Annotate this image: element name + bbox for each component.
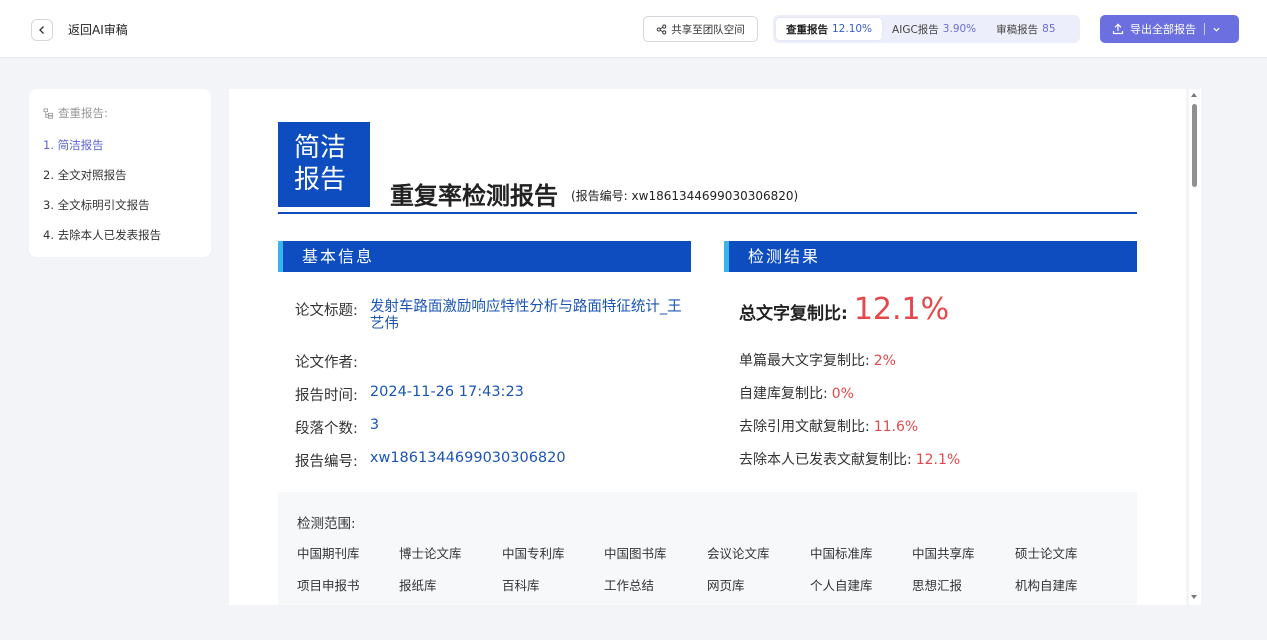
result-value: 2% (873, 353, 896, 369)
tab-plagiarism-report[interactable]: 查重报告 12.10% (776, 18, 883, 40)
scope-item: 硕士论文库 (1015, 546, 1078, 561)
tab-value: 85 (1042, 23, 1056, 35)
scroll-up-arrow-icon[interactable] (1191, 93, 1197, 97)
result-value: 12.1% (915, 452, 961, 468)
title-divider (278, 212, 1137, 214)
share-team-button[interactable]: 共享至团队空间 (643, 16, 758, 42)
result-label: 去除本人已发表文献复制比: (739, 452, 912, 468)
nav-title: 查重报告: (43, 105, 108, 121)
nav-item-full-compare-report[interactable]: 2. 全文对照报告 (43, 167, 127, 183)
result-heading: 检测结果 (724, 241, 1137, 272)
info-label: 论文作者: (295, 355, 358, 371)
basic-info-heading: 基本信息 (278, 241, 691, 272)
chevron-left-icon (39, 26, 44, 34)
total-copy-ratio: 总文字复制比: 12.1% (739, 292, 949, 327)
report-title: 重复率检测报告 (390, 182, 558, 210)
info-time-row: 报告时间: 2024-11-26 17:43:23 (295, 384, 524, 405)
brand-line: 报告 (294, 165, 347, 195)
nav-item-simple-report[interactable]: 1. 简洁报告 (43, 137, 104, 153)
info-label: 报告编号: (295, 454, 358, 470)
result-label: 单篇最大文字复制比: (739, 353, 870, 369)
scrollbar-thumb[interactable] (1192, 104, 1197, 187)
info-label: 报告时间: (295, 388, 358, 404)
scope-item: 网页库 (707, 578, 745, 593)
info-label: 论文标题: (295, 303, 358, 319)
divider (1204, 23, 1205, 35)
result-label: 去除引用文献复制比: (739, 419, 870, 435)
nav-title-label: 查重报告: (58, 106, 108, 120)
scope-item: 思想汇报 (912, 578, 963, 593)
upload-icon (1112, 23, 1124, 35)
paper-title-value: 发射车路面激励响应特性分析与路面特征统计_王艺伟 (369, 299, 682, 332)
result-value: 11.6% (873, 419, 919, 435)
share-icon (656, 24, 667, 34)
max-copy-ratio: 单篇最大文字复制比: 2% (739, 350, 896, 370)
tab-value: 3.90% (942, 23, 977, 35)
top-bar: 返回AI审稿 共享至团队空间 查重报告 12.10% AIGC报告 3.90% … (0, 0, 1267, 58)
scope-item: 个人自建库 (810, 578, 873, 593)
scope-title: 检测范围: (297, 516, 356, 532)
back-label[interactable]: 返回AI审稿 (68, 21, 128, 38)
share-label: 共享至团队空间 (671, 23, 745, 36)
scope-item: 中国共享库 (912, 546, 975, 561)
result-label: 自建库复制比: (739, 386, 828, 402)
paragraph-count-value: 3 (369, 417, 380, 433)
nav-item-citation-report[interactable]: 3. 全文标明引文报告 (43, 197, 150, 213)
report-number-note: (报告编号: xw1861344699030306820) (571, 189, 799, 203)
report-time-value: 2024-11-26 17:43:23 (369, 384, 524, 400)
back-button[interactable] (31, 19, 53, 41)
excl-citation-copy-ratio: 去除引用文献复制比: 11.6% (739, 416, 918, 436)
tab-label: 查重报告 (786, 23, 828, 36)
tab-value: 12.10% (832, 23, 873, 35)
tab-review-report[interactable]: 审稿报告 85 (986, 18, 1065, 40)
report-nav-panel: 查重报告: 1. 简洁报告 2. 全文对照报告 3. 全文标明引文报告 4. 去… (29, 89, 211, 257)
brand-box: 简洁 报告 (278, 122, 370, 207)
self-db-copy-ratio: 自建库复制比: 0% (739, 383, 854, 403)
info-author-row: 论文作者: (295, 351, 370, 372)
chevron-down-icon[interactable] (1212, 25, 1221, 34)
scroll-down-arrow-icon[interactable] (1191, 595, 1197, 599)
info-label: 段落个数: (295, 421, 358, 437)
brand-line: 简洁 (294, 133, 347, 163)
result-value: 0% (831, 386, 854, 402)
export-label: 导出全部报告 (1130, 23, 1196, 36)
tab-label: AIGC报告 (892, 23, 939, 36)
report-document: 简洁 报告 重复率检测报告 (报告编号: xw18613446990303068… (229, 89, 1186, 605)
scope-item: 工作总结 (604, 578, 655, 593)
info-title-row: 论文标题: 发射车路面激励响应特性分析与路面特征统计_王艺伟 (295, 299, 694, 333)
nav-item-exclude-self-report[interactable]: 4. 去除本人已发表报告 (43, 227, 161, 243)
scope-item: 中国标准库 (810, 546, 873, 561)
tree-icon (43, 108, 54, 119)
tab-aigc-report[interactable]: AIGC报告 3.90% (882, 18, 986, 40)
scope-item: 中国期刊库 (297, 546, 360, 561)
scope-item: 报纸库 (399, 578, 437, 593)
report-number-value: xw1861344699030306820 (369, 450, 566, 466)
scope-item: 百科库 (502, 578, 540, 593)
scope-item: 中国图书库 (604, 546, 667, 561)
scope-item: 项目申报书 (297, 578, 360, 593)
export-all-button[interactable]: 导出全部报告 (1100, 15, 1239, 43)
scope-item: 机构自建库 (1015, 578, 1078, 593)
scope-item: 中国专利库 (502, 546, 565, 561)
report-tabs: 查重报告 12.10% AIGC报告 3.90% 审稿报告 85 (773, 15, 1080, 43)
total-label: 总文字复制比: (739, 304, 848, 324)
tab-label: 审稿报告 (996, 23, 1039, 36)
total-value: 12.1% (853, 292, 950, 327)
info-para-row: 段落个数: 3 (295, 417, 379, 438)
scope-item: 会议论文库 (707, 546, 770, 561)
scope-item: 博士论文库 (399, 546, 462, 561)
detection-scope: 检测范围: 中国期刊库 博士论文库 中国专利库 中国图书库 会议论文库 中国标准… (278, 492, 1137, 605)
info-number-row: 报告编号: xw1861344699030306820 (295, 450, 566, 471)
excl-self-copy-ratio: 去除本人已发表文献复制比: 12.1% (739, 449, 960, 469)
